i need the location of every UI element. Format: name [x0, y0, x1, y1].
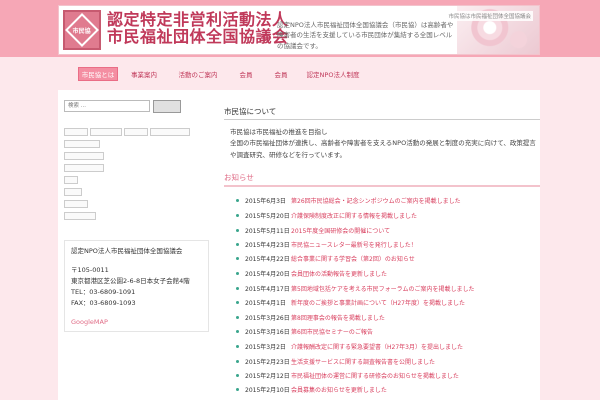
news-date: 2015年2月10日 — [245, 387, 290, 394]
nav-item-projects[interactable]: 事業案内 — [128, 67, 160, 81]
nav-item-members[interactable]: 会員 — [236, 67, 256, 81]
news-title-link[interactable]: 第8回理事会の報告を掲載しました — [291, 313, 385, 322]
site-header: 市民協 認定特定非営利活動法人 市民福祉団体全国協議会 認定NPO法人市民福祉団… — [58, 5, 540, 55]
news-title-link[interactable]: 生活支援サービスに関する調査報告書を公開しました — [291, 357, 435, 366]
calendar-cell[interactable] — [90, 128, 122, 136]
calendar-cell[interactable] — [64, 200, 88, 208]
news-item[interactable]: 2015年4月17日 第5回地域包括ケアを考える市民フォーラムのご案内を掲載しまし… — [236, 283, 474, 294]
news-title-link[interactable]: 第5回地域包括ケアを考える市民フォーラムのご案内を掲載しました — [291, 284, 474, 293]
news-title-link[interactable]: 総合事業に関する学習会（第2回）のお知らせ — [291, 254, 415, 263]
nav-item-npo-system[interactable]: 認定NPO法人制度 — [306, 67, 360, 81]
news-title-link[interactable]: 市民協ニュースレター最新号を発行しました！ — [291, 240, 417, 249]
news-item[interactable]: 2015年2月23日 生活支援サービスに関する調査報告書を公開しました — [236, 356, 435, 367]
address-title: 認定NPO法人市民福祉団体全国協議会 — [71, 247, 183, 255]
news-item[interactable]: 2015年4月23日 市民協ニュースレター最新号を発行しました！ — [236, 239, 417, 250]
calendar-cell[interactable] — [64, 128, 88, 136]
news-item[interactable]: 2015年3月26日 第8回理事会の報告を掲載しました — [236, 312, 385, 323]
news-date: 2015年5月11日 — [245, 228, 290, 235]
bullet-icon — [236, 199, 239, 202]
news-date: 2015年4月22日 — [245, 256, 290, 263]
news-item[interactable]: 2015年4月22日 総合事業に関する学習会（第2回）のお知らせ — [236, 253, 415, 264]
news-date: 2015年3月2日 — [245, 344, 286, 351]
nav-item-about[interactable]: 市民協とは — [78, 67, 118, 81]
news-item[interactable]: 2015年6月3日 第26回市民協総会・記念シンポジウムのご案内を掲載しました — [236, 195, 461, 206]
bullet-icon — [236, 272, 239, 275]
news-date: 2015年2月12日 — [245, 373, 290, 380]
calendar-cell[interactable] — [64, 176, 78, 184]
calendar-cell[interactable] — [64, 212, 96, 220]
bullet-icon — [236, 330, 239, 333]
news-title-link[interactable]: 市民福祉団体の運営に関する研修会のお知らせを掲載しました — [291, 371, 459, 380]
news-date: 2015年6月3日 — [245, 198, 286, 205]
news-title-link[interactable]: 介護保険制度改正に関する情報を掲載しました — [291, 211, 417, 220]
news-item[interactable]: 2015年4月20日 会員団体の活動報告を更新しました — [236, 268, 387, 279]
search-input[interactable] — [64, 100, 150, 112]
bullet-icon — [236, 287, 239, 290]
about-line-2: 全国の市民福祉団体が連携し、高齢者や障害者を支えるNPO活動の発展と制度の充実に… — [230, 139, 536, 159]
news-item[interactable]: 2015年3月2日 介護報酬改定に関する緊急要望書（H27年3月）を提出しました — [236, 341, 463, 352]
news-date: 2015年4月17日 — [245, 286, 290, 293]
address-postal: 〒105-0011 — [71, 266, 109, 275]
news-date: 2015年3月16日 — [245, 329, 290, 336]
bullet-icon — [236, 345, 239, 348]
main-nav: 市民協とは 事業案内 活動のご案内 会員 会員 認定NPO法人制度 — [58, 64, 540, 84]
about-heading: 市民協について — [224, 106, 540, 120]
calendar-cell[interactable] — [150, 128, 190, 136]
site-title-line2: 市民福祉団体全国協議会 — [107, 26, 289, 46]
calendar-cell[interactable] — [64, 152, 104, 160]
news-item[interactable]: 2015年5月20日 介護保険制度改正に関する情報を掲載しました — [236, 210, 417, 221]
content-area: 認定NPO法人市民福祉団体全国協議会 〒105-0011 東京都港区芝公園2-6… — [58, 90, 540, 400]
news-heading: お知らせ — [224, 172, 540, 187]
calendar-cell[interactable] — [64, 140, 100, 148]
about-text: 市民協は市民福祉の推進を目指し 全国の市民福祉団体が連携し、高齢者や障害者を支え… — [230, 127, 540, 161]
nav-item-activities[interactable]: 活動のご案内 — [175, 67, 221, 81]
search-button[interactable] — [153, 100, 181, 113]
calendar-cell[interactable] — [124, 128, 148, 136]
bullet-icon — [236, 257, 239, 260]
address-fax: FAX：03-6809-1093 — [71, 299, 136, 308]
address-box: 認定NPO法人市民福祉団体全国協議会 〒105-0011 東京都港区芝公園2-6… — [64, 240, 209, 332]
bullet-icon — [236, 388, 239, 391]
bullet-icon — [236, 229, 239, 232]
news-date: 2015年2月23日 — [245, 359, 290, 366]
news-item[interactable]: 2015年5月11日 2015年度全国研修会の開催について — [236, 225, 390, 236]
news-date: 2015年4月20日 — [245, 271, 290, 278]
news-title-link[interactable]: 新年度のご挨拶と事業計画について（H27年度）を掲載しました — [291, 298, 465, 307]
address-tel: TEL：03-6809-1091 — [71, 288, 136, 297]
google-map-link[interactable]: GoogleMAP — [71, 317, 202, 328]
news-title-link[interactable]: 会員募集のお知らせを更新しました — [291, 385, 387, 394]
news-item[interactable]: 2015年2月12日 市民福祉団体の運営に関する研修会のお知らせを掲載しました — [236, 370, 459, 381]
bullet-icon — [236, 214, 239, 217]
site-title[interactable]: 認定特定非営利活動法人 市民福祉団体全国協議会 — [107, 11, 289, 46]
news-date: 2015年4月1日 — [245, 300, 286, 307]
bullet-icon — [236, 374, 239, 377]
bullet-icon — [236, 243, 239, 246]
news-date: 2015年4月23日 — [245, 242, 290, 249]
nav-item-members-2[interactable]: 会員 — [271, 67, 291, 81]
bullet-icon — [236, 316, 239, 319]
calendar-cell[interactable] — [64, 188, 82, 196]
news-title-link[interactable]: 会員団体の活動報告を更新しました — [291, 269, 387, 278]
site-logo[interactable]: 市民協 — [63, 10, 101, 50]
news-date: 2015年5月20日 — [245, 213, 290, 220]
news-item[interactable]: 2015年2月10日 会員募集のお知らせを更新しました — [236, 384, 387, 395]
news-date: 2015年3月26日 — [245, 315, 290, 322]
site-description: 認定NPO法人市民福祉団体全国協議会（市民協）は高齢者や障害者の生活を支援してい… — [277, 21, 454, 50]
news-title-link[interactable]: 第26回市民協総会・記念シンポジウムのご案内を掲載しました — [291, 196, 461, 205]
logo-text: 市民協 — [72, 27, 92, 35]
news-item[interactable]: 2015年3月16日 第6回市民協セミナーのご報告 — [236, 326, 373, 337]
address-street: 東京都港区芝公園2-6-8日本女子会館4階 — [71, 277, 190, 286]
news-title-link[interactable]: 2015年度全国研修会の開催について — [291, 226, 390, 235]
header-tagline: 市民協は市民福祉団体全国協議会 — [446, 11, 533, 21]
bullet-icon — [236, 360, 239, 363]
news-title-link[interactable]: 介護報酬改定に関する緊急要望書（H27年3月）を提出しました — [291, 342, 463, 351]
news-title-link[interactable]: 第6回市民協セミナーのご報告 — [291, 327, 373, 336]
bullet-icon — [236, 301, 239, 304]
calendar-cell[interactable] — [64, 164, 104, 172]
about-line-1: 市民協は市民福祉の推進を目指し — [230, 128, 328, 136]
news-item[interactable]: 2015年4月1日 新年度のご挨拶と事業計画について（H27年度）を掲載しました — [236, 297, 465, 308]
